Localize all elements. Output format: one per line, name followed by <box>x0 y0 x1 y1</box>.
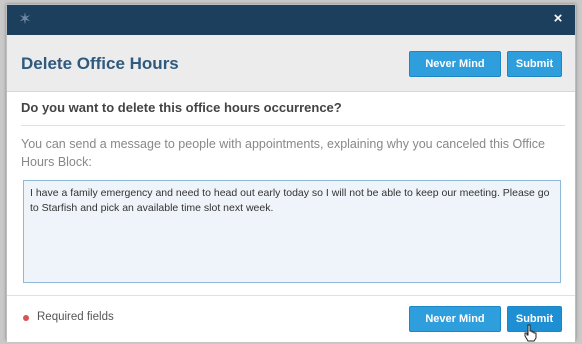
never-mind-button[interactable]: Never Mind <box>409 306 501 332</box>
close-icon[interactable]: × <box>549 10 567 28</box>
never-mind-button-top[interactable]: Never Mind <box>409 51 501 77</box>
submit-button-top[interactable]: Submit <box>507 51 562 77</box>
required-fields-label: Required fields <box>37 311 114 323</box>
required-indicator-icon <box>23 315 29 321</box>
dialog-title: Delete Office Hours <box>21 54 179 73</box>
delete-question: Do you want to delete this office hours … <box>21 100 342 115</box>
submit-button[interactable]: Submit <box>507 306 562 332</box>
message-textarea[interactable]: I have a family emergency and need to he… <box>23 180 561 283</box>
divider <box>21 125 565 126</box>
starfish-logo-icon: ✶ <box>18 11 32 28</box>
message-instructions: You can send a message to people with ap… <box>21 137 545 169</box>
delete-office-hours-dialog: ✶ × Delete Office Hours Never Mind Submi… <box>6 4 576 342</box>
dialog-footer: Required fields Never Mind Submit <box>7 295 575 342</box>
dialog-titlebar: ✶ × <box>7 5 575 35</box>
dialog-header: Delete Office Hours Never Mind Submit <box>7 35 575 92</box>
